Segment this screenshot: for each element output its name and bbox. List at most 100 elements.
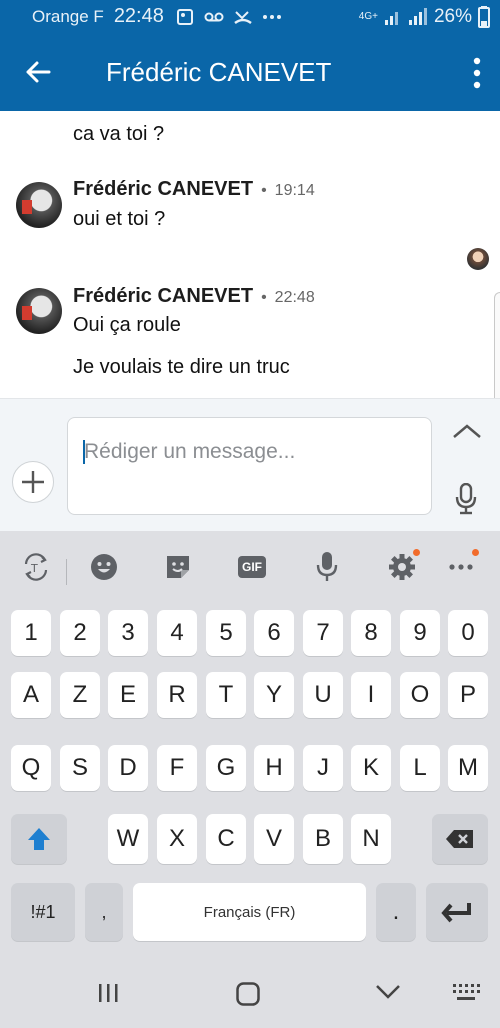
key[interactable]: V	[254, 814, 294, 864]
notification-dot	[413, 549, 420, 556]
chevron-up-icon	[453, 424, 481, 438]
signal-icon-1	[384, 11, 398, 25]
seen-receipt-avatar	[467, 248, 489, 270]
notification-dot	[472, 549, 479, 556]
attach-button[interactable]	[12, 461, 54, 503]
message-thread[interactable]: ca va toi ? Frédéric CANEVET • 19:14 oui…	[0, 111, 500, 398]
key[interactable]: H	[254, 745, 294, 791]
key[interactable]: P	[448, 672, 488, 718]
key[interactable]: Q	[11, 745, 51, 791]
recents-icon	[99, 984, 118, 1002]
voice-message-button[interactable]	[455, 482, 477, 520]
sticker-icon	[167, 556, 189, 578]
key[interactable]: 6	[254, 610, 294, 656]
system-nav-bar	[0, 961, 500, 1028]
key[interactable]: U	[303, 672, 343, 718]
key[interactable]: 8	[351, 610, 391, 656]
key[interactable]: X	[157, 814, 197, 864]
hide-keyboard-button[interactable]	[375, 981, 401, 1006]
keyboard-icon	[453, 984, 480, 1000]
clock: 22:48	[113, 5, 164, 27]
enter-icon	[441, 903, 471, 923]
gif-button[interactable]: GIF	[234, 549, 270, 585]
key[interactable]: A	[11, 672, 51, 718]
message-header: Frédéric CANEVET • 22:48	[73, 285, 315, 308]
network-type: 4G+	[358, 10, 378, 22]
backspace-key[interactable]	[432, 814, 488, 864]
separator-dot: •	[261, 289, 267, 306]
key[interactable]: M	[448, 745, 488, 791]
status-bar: Orange F 22:48 4G+ 26%	[0, 0, 500, 33]
keyboard-settings-button[interactable]	[384, 549, 420, 585]
plus-icon	[22, 471, 44, 493]
shift-arrow-icon	[28, 828, 50, 850]
missed-call-icon	[234, 10, 252, 24]
space-key[interactable]: Français (FR)	[133, 883, 366, 941]
key[interactable]: C	[206, 814, 246, 864]
key[interactable]: R	[157, 672, 197, 718]
key[interactable]: 7	[303, 610, 343, 656]
overflow-menu-button[interactable]	[472, 57, 482, 94]
avatar[interactable]	[16, 182, 62, 228]
key[interactable]: W	[108, 814, 148, 864]
key[interactable]: B	[303, 814, 343, 864]
more-icon	[449, 564, 473, 570]
period-key[interactable]: .	[376, 883, 416, 941]
key[interactable]: 1	[11, 610, 51, 656]
soft-keyboard: T GIF 1 2 3 4 5 6 7 8 9 0 A Z E R T Y U …	[0, 531, 500, 1028]
emoji-button[interactable]	[86, 549, 122, 585]
comma-key[interactable]: ,	[85, 883, 123, 941]
sender-name[interactable]: Frédéric CANEVET	[73, 178, 253, 201]
more-notifications-icon	[262, 14, 281, 19]
message-text: oui et toi ?	[73, 208, 166, 230]
more-tools-button[interactable]	[443, 549, 479, 585]
key[interactable]: D	[108, 745, 148, 791]
settings-icon	[389, 554, 415, 580]
message-input[interactable]: Rédiger un message...	[67, 417, 432, 515]
toolbar-divider	[66, 559, 67, 585]
key[interactable]: O	[400, 672, 440, 718]
microphone-icon	[455, 482, 477, 515]
key[interactable]: 5	[206, 610, 246, 656]
backspace-icon	[446, 830, 473, 848]
key[interactable]: F	[157, 745, 197, 791]
key[interactable]: T	[206, 672, 246, 718]
expand-button[interactable]	[452, 423, 482, 444]
key[interactable]: G	[206, 745, 246, 791]
key[interactable]: 9	[400, 610, 440, 656]
translate-button[interactable]: T	[18, 549, 54, 585]
shift-key[interactable]	[11, 814, 67, 864]
battery-icon	[478, 5, 490, 28]
back-arrow-icon	[26, 61, 51, 83]
avatar[interactable]	[16, 288, 62, 334]
back-button[interactable]	[0, 33, 76, 111]
voicemail-icon	[204, 12, 224, 21]
carrier-name: Orange F	[32, 6, 104, 26]
key[interactable]: Y	[254, 672, 294, 718]
key[interactable]: L	[400, 745, 440, 791]
keyboard-switch-button[interactable]	[451, 981, 481, 1008]
key[interactable]: N	[351, 814, 391, 864]
key[interactable]: S	[60, 745, 100, 791]
enter-key[interactable]	[426, 883, 488, 941]
key[interactable]: K	[351, 745, 391, 791]
home-button[interactable]	[235, 981, 261, 1012]
message-time: 19:14	[274, 182, 315, 199]
sticker-button[interactable]	[160, 549, 196, 585]
key[interactable]: 0	[448, 610, 488, 656]
key[interactable]: Z	[60, 672, 100, 718]
recents-button[interactable]	[96, 981, 120, 1010]
separator-dot: •	[261, 182, 267, 199]
symbols-key[interactable]: !#1	[11, 883, 75, 941]
key[interactable]: I	[351, 672, 391, 718]
sender-name[interactable]: Frédéric CANEVET	[73, 285, 253, 308]
compose-area: Rédiger un message...	[0, 398, 500, 531]
key[interactable]: 3	[108, 610, 148, 656]
voice-input-button[interactable]	[309, 549, 345, 585]
key[interactable]: J	[303, 745, 343, 791]
home-icon	[236, 982, 260, 1006]
key[interactable]: 2	[60, 610, 100, 656]
key[interactable]: E	[108, 672, 148, 718]
message-text: ca va toi ?	[73, 123, 165, 145]
key[interactable]: 4	[157, 610, 197, 656]
